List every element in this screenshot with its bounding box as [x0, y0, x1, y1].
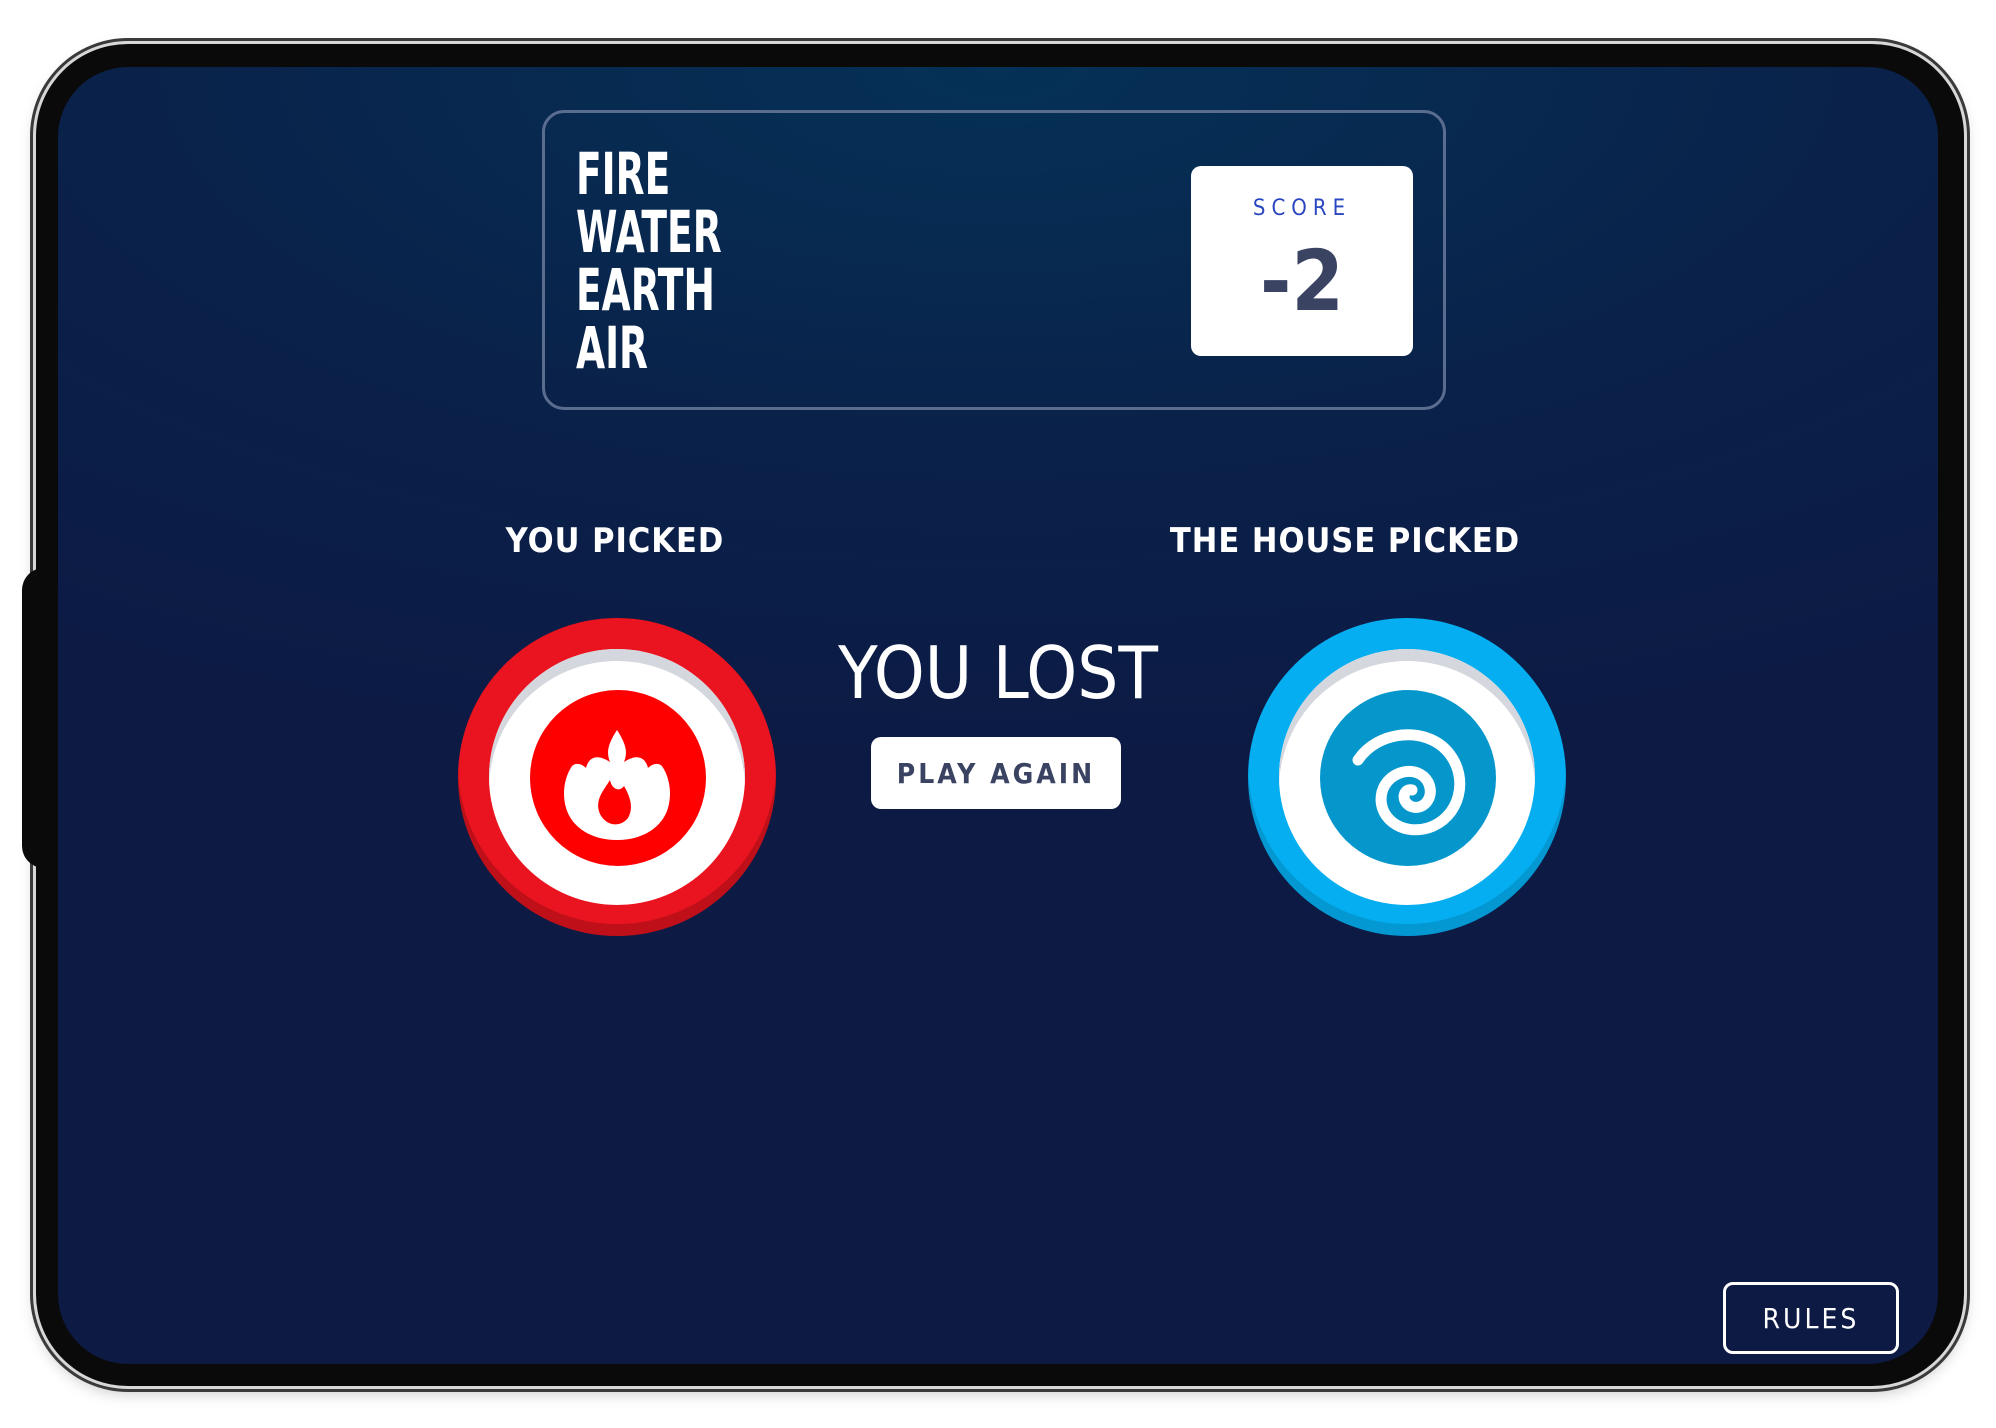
player-choice-fire-token [458, 618, 776, 936]
logo-line-water: WATER [576, 198, 722, 266]
score-box: SCORE -2 [1191, 166, 1413, 356]
flame-icon [564, 730, 670, 840]
scoreboard-header: FIRE WATER EARTH AIR SCORE -2 [542, 110, 1446, 410]
play-again-button[interactable]: PLAY AGAIN [871, 737, 1121, 809]
spiral-icon [1352, 729, 1466, 836]
logo-line-earth: EARTH [576, 256, 715, 324]
player-pick-label: YOU PICKED [505, 521, 725, 561]
score-label: SCORE [1252, 196, 1352, 221]
house-pick-label: THE HOUSE PICKED [1169, 521, 1521, 561]
logo-line-air: AIR [576, 314, 648, 382]
result-message: YOU LOST [838, 631, 1158, 715]
score-value: -2 [1260, 232, 1344, 330]
house-choice-water-token [1248, 618, 1566, 936]
game-logo: FIRE WATER EARTH AIR [576, 145, 722, 377]
logo-line-fire: FIRE [576, 140, 671, 208]
rules-button[interactable]: RULES [1723, 1282, 1899, 1354]
game-screen: FIRE WATER EARTH AIR SCORE -2 YOU PICKED… [58, 67, 1938, 1364]
